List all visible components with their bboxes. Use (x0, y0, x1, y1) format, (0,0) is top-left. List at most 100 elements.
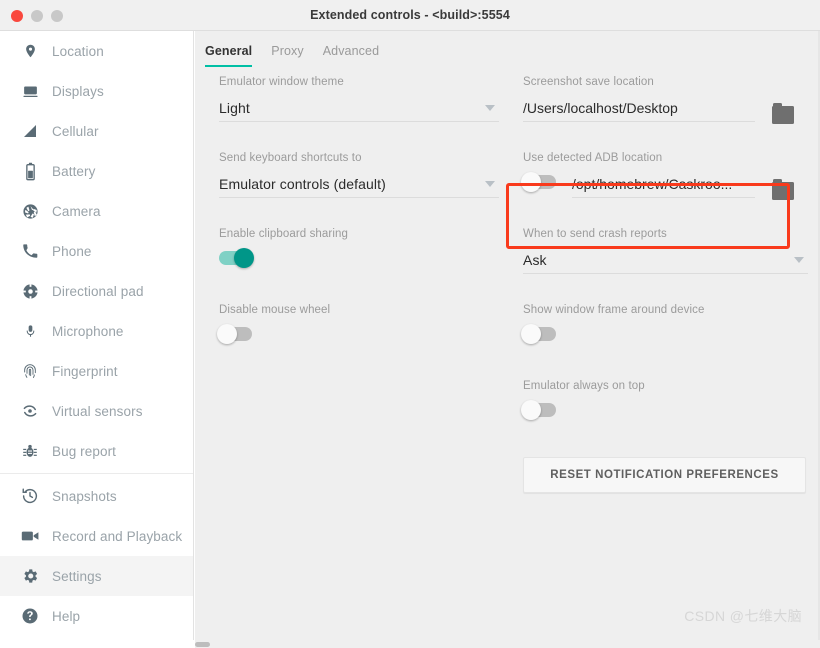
sidebar-item-record-and-playback[interactable]: Record and Playback (0, 516, 193, 556)
disable-mouse-wheel-toggle[interactable] (217, 324, 252, 344)
settings-general-content: Emulator window theme Light Send keyboar… (195, 76, 820, 640)
question-circle-icon (19, 605, 41, 627)
sidebar-item-label: Snapshots (52, 488, 117, 504)
close-window-button[interactable] (11, 9, 23, 22)
chevron-down-icon (485, 105, 495, 111)
extended-controls-window: Extended controls - <build>:5554 Locatio… (0, 0, 820, 648)
phone-handset-icon (19, 240, 41, 262)
adb-location-input[interactable]: /opt/homebrew/Caskroo... (572, 171, 755, 198)
crash-reports-label: When to send crash reports (523, 228, 667, 240)
reset-notification-preferences-button[interactable]: RESET NOTIFICATION PREFERENCES (523, 457, 806, 493)
toggle-knob (521, 324, 541, 344)
use-detected-adb-location-label: Use detected ADB location (523, 152, 663, 164)
screenshot-save-location-input[interactable]: /Users/localhost/Desktop (523, 95, 755, 122)
crash-reports-select[interactable]: Ask (523, 247, 808, 274)
monitor-icon (19, 80, 41, 102)
sidebar-item-label: Battery (52, 163, 96, 179)
sidebar-item-microphone[interactable]: Microphone (0, 311, 193, 351)
sidebar-item-bug-report[interactable]: Bug report (0, 431, 193, 471)
sidebar-item-settings[interactable]: Settings (0, 556, 193, 596)
window-traffic-lights (11, 0, 63, 31)
chevron-down-icon (485, 181, 495, 187)
sidebar-item-label: Settings (52, 568, 102, 584)
toggle-knob (521, 400, 541, 420)
location-pin-icon (19, 40, 41, 62)
emulator-always-on-top-label: Emulator always on top (523, 380, 645, 392)
scrollbar-thumb[interactable] (195, 642, 210, 647)
minimize-window-button[interactable] (31, 9, 43, 22)
emulator-window-theme-value: Light (219, 100, 250, 116)
screenshot-save-location-label: Screenshot save location (523, 76, 654, 88)
enable-clipboard-sharing-field: Enable clipboard sharing (219, 228, 499, 268)
sidebar-item-label: Fingerprint (52, 363, 118, 379)
sidebar-item-label: Directional pad (52, 283, 144, 299)
adb-location-browse-button[interactable] (772, 179, 794, 200)
enable-clipboard-sharing-toggle[interactable] (219, 248, 254, 268)
sidebar-item-camera[interactable]: Camera (0, 191, 193, 231)
bug-icon (19, 440, 41, 462)
sidebar-item-label: Displays (52, 83, 104, 99)
sidebar-item-label: Help (52, 608, 81, 624)
show-window-frame-label: Show window frame around device (523, 304, 705, 316)
watermark-text: CSDN @七维大脑 (684, 608, 802, 624)
settings-panel: General Proxy Advanced Emulator window t… (195, 31, 820, 640)
sidebar-item-displays[interactable]: Displays (0, 71, 193, 111)
use-detected-adb-location-toggle[interactable] (521, 172, 556, 192)
adb-location-value: /opt/homebrew/Caskroo... (572, 176, 733, 192)
sidebar-item-phone[interactable]: Phone (0, 231, 193, 271)
tab-advanced[interactable]: Advanced (323, 44, 379, 67)
sidebar-item-directional-pad[interactable]: Directional pad (0, 271, 193, 311)
fingerprint-icon (19, 360, 41, 382)
chevron-down-icon (794, 257, 804, 263)
camera-aperture-icon (19, 200, 41, 222)
settings-tabs: General Proxy Advanced (205, 44, 379, 67)
emulator-window-theme-field: Emulator window theme Light (219, 76, 499, 122)
disable-mouse-wheel-field: Disable mouse wheel (217, 304, 499, 344)
battery-icon (19, 160, 41, 182)
signal-bars-icon (19, 120, 41, 142)
sidebar-item-label: Location (52, 43, 104, 59)
microphone-icon (19, 320, 41, 342)
screenshot-save-location-value: /Users/localhost/Desktop (523, 100, 678, 116)
horizontal-scrollbar[interactable] (195, 640, 820, 648)
maximize-window-button[interactable] (51, 9, 63, 22)
crash-reports-value: Ask (523, 252, 547, 268)
send-keyboard-shortcuts-field: Send keyboard shortcuts to Emulator cont… (219, 152, 499, 198)
sidebar-item-label: Record and Playback (52, 528, 183, 544)
tab-general[interactable]: General (205, 44, 253, 67)
video-camera-icon (19, 525, 41, 547)
tab-proxy[interactable]: Proxy (271, 44, 303, 67)
sidebar-item-help[interactable]: Help (0, 596, 193, 636)
show-window-frame-field: Show window frame around device (521, 304, 808, 344)
sidebar-item-label: Cellular (52, 123, 99, 139)
emulator-window-theme-select[interactable]: Light (219, 95, 499, 122)
sidebar-item-virtual-sensors[interactable]: Virtual sensors (0, 391, 193, 431)
toggle-knob (521, 172, 541, 192)
enable-clipboard-sharing-label: Enable clipboard sharing (219, 228, 348, 240)
toggle-knob (234, 248, 254, 268)
gear-icon (19, 565, 41, 587)
emulator-always-on-top-toggle[interactable] (521, 400, 556, 420)
emulator-window-theme-label: Emulator window theme (219, 76, 344, 88)
send-keyboard-shortcuts-select[interactable]: Emulator controls (default) (219, 171, 499, 198)
sidebar-item-label: Camera (52, 203, 101, 219)
rotation-sensor-icon (19, 400, 41, 422)
sidebar-item-fingerprint[interactable]: Fingerprint (0, 351, 193, 391)
sidebar-item-location[interactable]: Location (0, 31, 193, 71)
sidebar-navigation: Location Displays Cellular Battery Camer (0, 31, 194, 640)
window-title: Extended controls - <build>:5554 (310, 8, 510, 22)
sidebar-item-snapshots[interactable]: Snapshots (0, 476, 193, 516)
crash-reports-field: When to send crash reports Ask (523, 228, 808, 274)
screenshot-save-location-field: Screenshot save location /Users/localhos… (523, 76, 755, 122)
show-window-frame-toggle[interactable] (521, 324, 556, 344)
sidebar-item-label: Bug report (52, 443, 117, 459)
send-keyboard-shortcuts-value: Emulator controls (default) (219, 176, 386, 192)
screenshot-save-location-browse-button[interactable] (772, 103, 794, 124)
sidebar-item-battery[interactable]: Battery (0, 151, 193, 191)
emulator-always-on-top-field: Emulator always on top (521, 380, 808, 420)
sidebar-item-label: Microphone (52, 323, 124, 339)
sidebar-bottom-strip (0, 640, 195, 648)
sidebar-item-cellular[interactable]: Cellular (0, 111, 193, 151)
sidebar-item-label: Virtual sensors (52, 403, 143, 419)
window-titlebar: Extended controls - <build>:5554 (0, 0, 820, 31)
